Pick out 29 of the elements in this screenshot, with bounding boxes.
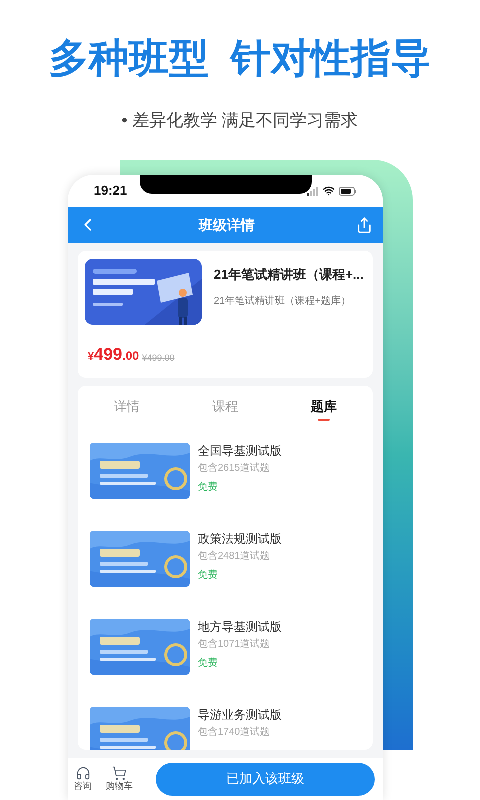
tab[interactable]: 题库 — [274, 392, 373, 422]
nav-title: 班级详情 — [199, 216, 255, 234]
cart-icon — [112, 766, 127, 781]
headline: 多种班型 — [49, 35, 209, 84]
headline: 针对性指导 — [231, 35, 431, 84]
bank-title: 全国导基测试版 — [198, 443, 282, 459]
price: ¥499.00 — [88, 346, 140, 364]
free-tag: 免费 — [198, 657, 282, 671]
free-tag: 免费 — [198, 481, 282, 495]
status-time: 19:21 — [94, 182, 128, 200]
bank-title: 导游业务测试版 — [198, 707, 282, 723]
battery-icon — [339, 186, 357, 196]
free-tag: 免费 — [198, 569, 282, 583]
question-count: 包含2481道试题 — [198, 550, 272, 564]
bottom-action[interactable]: 购物车 — [106, 766, 133, 792]
wifi-icon — [323, 185, 335, 197]
question-count: 包含2615道试题 — [198, 462, 272, 476]
subtitle: • 差异化教学 满足不同学习需求 — [122, 110, 358, 132]
signal-icon — [307, 186, 319, 196]
original-price: ¥499.00 — [142, 354, 175, 363]
bottom-action[interactable]: 咨询 — [74, 766, 92, 792]
question-count: 包含1740道试题 — [198, 726, 272, 740]
bank-title: 政策法规测试版 — [198, 531, 282, 547]
share-icon[interactable] — [356, 216, 373, 234]
course-title: 21年笔试精讲班（课程+... — [214, 266, 364, 284]
question-count: 包含1071道试题 — [198, 638, 272, 652]
headset-icon — [76, 766, 90, 781]
course-subtitle: 21年笔试精讲班（课程+题库） — [214, 294, 352, 308]
bank-title: 地方导基测试版 — [198, 619, 282, 635]
